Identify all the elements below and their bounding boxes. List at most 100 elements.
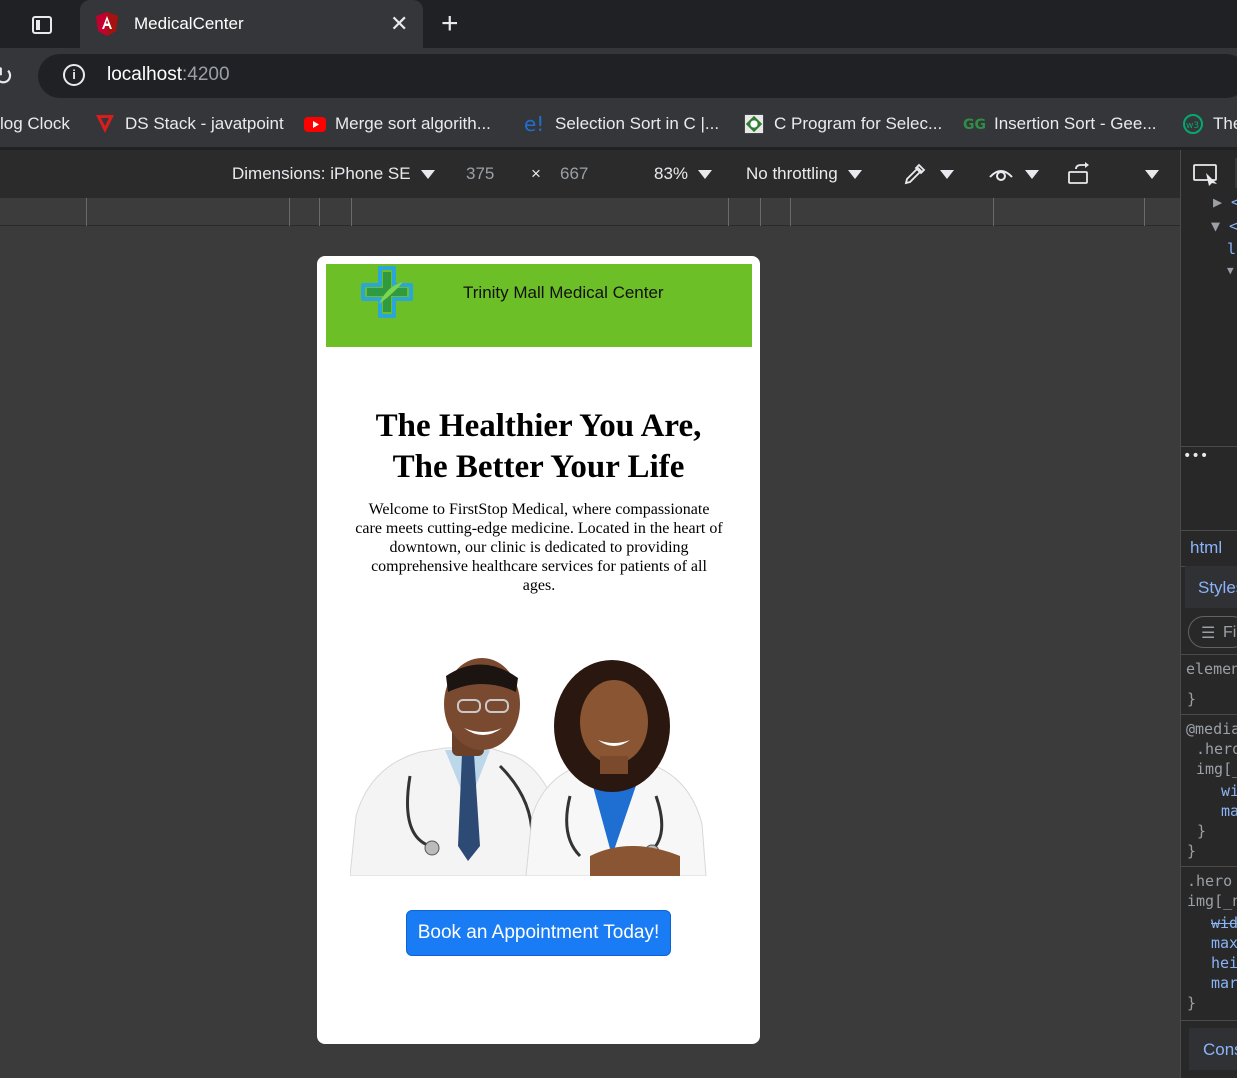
bookmark-label: log Clock [0, 114, 70, 133]
dom-node-text: l [1227, 240, 1237, 258]
tab-title: MedicalCenter [134, 14, 244, 33]
filter-icon: ☰ [1201, 625, 1216, 642]
chevron-down-icon [420, 170, 435, 180]
hero-heading-line1: The Healthier You Are, [375, 408, 702, 444]
tab-console[interactable]: Cons [1189, 1028, 1237, 1070]
devtools-panel: ▶ < ▼ < l ▼ ••• html Styles ☰ Fi elemen … [1180, 150, 1237, 1078]
site-info-icon[interactable]: i [63, 64, 85, 86]
rotate-icon[interactable] [1067, 162, 1093, 186]
new-tab-icon[interactable]: + [441, 7, 459, 41]
zoom-label: 83% [654, 164, 689, 183]
site-header: Trinity Mall Medical Center [326, 264, 752, 347]
bookmark-5[interactable]: GG Insertion Sort - Gee... [963, 114, 1157, 134]
e-icon: e! [524, 114, 544, 134]
breadcrumb-html[interactable]: html [1190, 538, 1222, 558]
ruler-tick [1144, 198, 1145, 226]
tab-actions-icon[interactable] [28, 12, 56, 38]
bookmark-4[interactable]: C Program for Selec... [743, 114, 942, 134]
times-label: × [531, 164, 541, 183]
throttling-dropdown[interactable]: No throttling [746, 164, 862, 184]
svg-text:GG: GG [963, 117, 985, 133]
url-host: localhost [107, 64, 182, 85]
site-title: Trinity Mall Medical Center [463, 283, 664, 302]
gear-badge-icon [744, 114, 764, 134]
w3-icon: w3 [1183, 114, 1203, 134]
angular-icon [96, 12, 118, 36]
book-appointment-button[interactable]: Book an Appointment Today! [406, 910, 671, 956]
expand-arrow-icon[interactable]: ▶ [1213, 193, 1222, 211]
dimensions-dropdown[interactable]: Dimensions: iPhone SE [232, 164, 435, 184]
divider [1181, 1020, 1237, 1021]
css-selector: img[_n [1187, 892, 1237, 910]
device-toolbar: Dimensions: iPhone SE 375 × 667 83% No t… [0, 150, 1180, 198]
css-property[interactable]: mar [1211, 974, 1237, 992]
divider [1181, 714, 1237, 715]
url-port: :4200 [182, 64, 230, 85]
chevron-down-icon[interactable] [940, 170, 954, 179]
styles-filter-input[interactable]: ☰ Fi [1188, 616, 1237, 648]
tab-styles[interactable]: Styles [1185, 566, 1237, 608]
divider [1181, 654, 1237, 655]
tab-strip: MedicalCenter ✕ + [0, 0, 1237, 48]
dom-node[interactable]: ▼ < [1211, 217, 1237, 235]
chevron-down-icon [847, 170, 862, 180]
css-property[interactable]: wid [1211, 914, 1237, 932]
css-selector: img[_ [1196, 760, 1237, 778]
height-input[interactable]: 667 [560, 164, 588, 184]
element-style-selector: elemen [1186, 660, 1237, 678]
css-property[interactable]: ma [1221, 802, 1237, 820]
css-property[interactable]: hei [1211, 954, 1237, 972]
inspect-element-icon[interactable] [1193, 164, 1219, 186]
bookmark-6[interactable]: w3 The [1182, 114, 1237, 134]
device-viewport: Trinity Mall Medical Center The Healthie… [0, 226, 1180, 1078]
css-property[interactable]: wi [1221, 782, 1237, 800]
youtube-icon [304, 117, 326, 132]
width-input[interactable]: 375 [466, 164, 494, 184]
hero-heading: The Healthier You Are, The Better Your L… [337, 406, 740, 488]
vision-icon[interactable] [988, 163, 1014, 185]
eyedropper-icon[interactable] [903, 162, 927, 186]
collapse-arrow-icon[interactable]: ▼ [1227, 264, 1234, 277]
url-text[interactable]: localhost:4200 [107, 64, 230, 86]
tab-medicalcenter[interactable]: MedicalCenter ✕ [80, 0, 423, 48]
console-tab-label: Cons [1203, 1040, 1237, 1059]
divider [1181, 530, 1237, 531]
divider [1181, 866, 1237, 867]
rule-close-brace: } [1197, 822, 1207, 840]
chevron-down-icon[interactable] [1025, 170, 1039, 179]
more-options-icon[interactable] [1145, 170, 1159, 179]
chevron-down-icon [698, 170, 713, 180]
throttling-label: No throttling [746, 164, 838, 183]
collapse-arrow-icon[interactable]: ▼ [1211, 217, 1220, 235]
svg-text:w3: w3 [1186, 121, 1199, 131]
bookmark-3[interactable]: e! Selection Sort in C |... [524, 114, 719, 134]
medical-cross-logo-icon [361, 266, 413, 318]
address-bar[interactable]: i localhost:4200 [38, 54, 1237, 98]
reload-icon[interactable]: ↻ [0, 61, 14, 92]
css-selector: .hero [1187, 872, 1233, 890]
rule-close-brace: } [1187, 842, 1197, 860]
media-query-ruler[interactable] [0, 198, 1180, 226]
bookmark-label: DS Stack - javatpoint [125, 114, 284, 133]
more-icon[interactable]: ••• [1183, 448, 1208, 464]
javatpoint-icon [96, 115, 114, 133]
hero-heading-line2: The Better Your Life [392, 449, 685, 485]
browser-toolbar: ↻ i localhost:4200 [0, 48, 1237, 104]
rule-close-brace: } [1187, 994, 1197, 1012]
dimensions-label: Dimensions: iPhone SE [232, 164, 411, 183]
bookmark-2[interactable]: Merge sort algorith... [304, 114, 491, 134]
bookmark-0[interactable]: log Clock [0, 114, 70, 134]
ruler-tick [790, 198, 791, 226]
ruler-tick [728, 198, 729, 226]
dom-node[interactable]: ▶ < [1213, 193, 1237, 211]
ruler-tick [86, 198, 87, 226]
bookmarks-bar: log Clock DS Stack - javatpoint Merge so… [0, 104, 1237, 148]
styles-tab-label: Styles [1198, 578, 1237, 597]
bookmark-1[interactable]: DS Stack - javatpoint [94, 114, 284, 134]
bookmark-label: Selection Sort in C |... [555, 114, 720, 133]
doctors-image [350, 658, 707, 876]
tab-close-icon[interactable]: ✕ [390, 11, 408, 37]
zoom-dropdown[interactable]: 83% [654, 164, 713, 184]
css-property[interactable]: max [1211, 934, 1237, 952]
bookmark-label: Merge sort algorith... [335, 114, 491, 133]
